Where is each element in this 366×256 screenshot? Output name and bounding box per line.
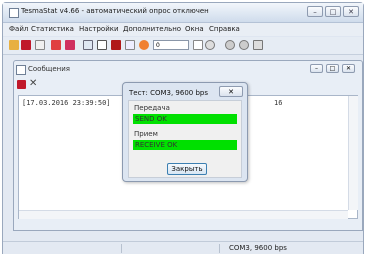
receive-status: RECEIVE OK [133, 140, 237, 150]
table-icon[interactable] [97, 40, 107, 50]
counter-icon[interactable] [139, 40, 149, 50]
connect-icon[interactable] [35, 40, 45, 50]
child-minimize-button[interactable]: – [310, 64, 323, 73]
minus-icon[interactable] [205, 40, 215, 50]
clear-log-icon[interactable]: ✕ [29, 78, 37, 89]
open-folder-icon[interactable] [9, 40, 19, 50]
child-maximize-button[interactable]: □ [326, 64, 339, 73]
chart-icon[interactable] [193, 40, 203, 50]
menu-bar: Файл Статистика Настройки Дополнительно … [3, 23, 363, 36]
dialog-title: Тест: COM3, 9600 bps [129, 89, 209, 97]
copy-icon[interactable] [125, 40, 135, 50]
send-group-label: Передача [134, 104, 170, 112]
title-bar[interactable]: TesmaStat v4.66 - автоматический опрос о… [3, 3, 363, 23]
close-dialog-button[interactable]: Закрыть [167, 163, 207, 175]
status-separator [121, 244, 122, 253]
log-line: [17.03.2016 23:39:50] [22, 99, 111, 107]
menu-additional[interactable]: Дополнительно [123, 25, 181, 33]
help-icon[interactable] [239, 40, 249, 50]
grid-icon[interactable] [83, 40, 93, 50]
statistics-icon[interactable] [51, 40, 61, 50]
status-connection: COM3, 9600 bps [229, 244, 287, 252]
messages-window-icon [16, 65, 26, 75]
horizontal-scrollbar[interactable] [19, 210, 348, 219]
menu-file[interactable]: Файл [9, 25, 28, 33]
receive-group-label: Прием [134, 130, 158, 138]
window-title: TesmaStat v4.66 - автоматический опрос о… [21, 7, 209, 15]
menu-windows[interactable]: Окна [185, 25, 204, 33]
info-icon[interactable] [225, 40, 235, 50]
app-icon [9, 8, 19, 18]
close-doc-icon[interactable] [253, 40, 263, 50]
toolbar: 0 [3, 37, 363, 55]
value-input[interactable]: 0 [153, 40, 189, 50]
messages-window-title: Сообщения [28, 65, 71, 73]
save-icon[interactable] [21, 40, 31, 50]
close-button[interactable]: ✕ [343, 6, 359, 17]
vertical-scrollbar[interactable] [348, 96, 358, 210]
export-icon[interactable] [65, 40, 75, 50]
dialog-close-button[interactable]: ✕ [219, 86, 243, 97]
send-status: SEND OK [133, 114, 237, 124]
menu-settings[interactable]: Настройки [79, 25, 119, 33]
minimize-button[interactable]: – [307, 6, 323, 17]
stop-icon[interactable] [111, 40, 121, 50]
status-bar: COM3, 9600 bps [3, 241, 363, 254]
child-close-button[interactable]: ✕ [342, 64, 355, 73]
dialog-body: Передача SEND OK Прием RECEIVE OK Закрыт… [128, 100, 242, 178]
menu-help[interactable]: Справка [209, 25, 240, 33]
log-line-tail: 16 [274, 99, 283, 107]
status-separator [219, 244, 220, 253]
test-dialog: Тест: COM3, 9600 bps ✕ Передача SEND OK … [122, 82, 248, 182]
menu-statistics[interactable]: Статистика [31, 25, 74, 33]
save-log-icon[interactable] [17, 80, 26, 89]
maximize-button[interactable]: □ [325, 6, 341, 17]
